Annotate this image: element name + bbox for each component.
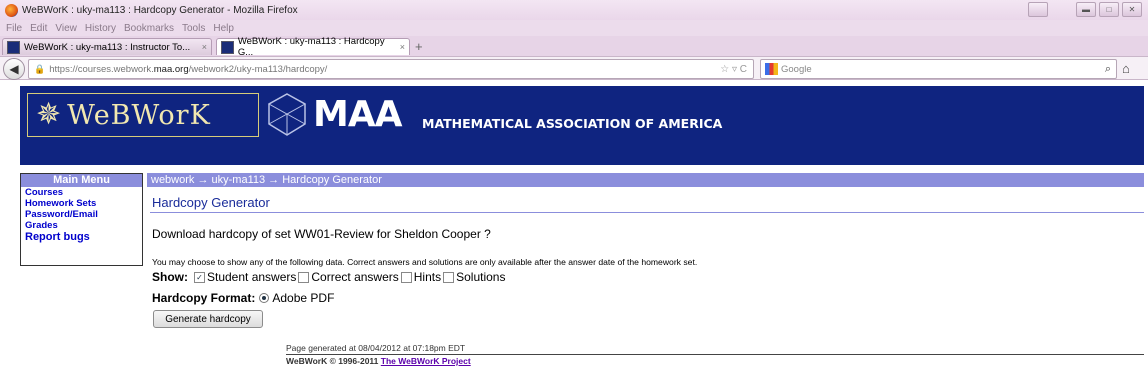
menu-bookmarks[interactable]: Bookmarks bbox=[124, 23, 174, 34]
menu-bar: File Edit View History Bookmarks Tools H… bbox=[0, 20, 1148, 36]
show-label: Show: bbox=[152, 270, 188, 284]
generate-hardcopy-button[interactable]: Generate hardcopy bbox=[153, 310, 263, 328]
maa-polyhedron-icon bbox=[267, 93, 307, 136]
student-answers-label: Student answers bbox=[207, 270, 297, 284]
main-menu: Main Menu Courses Homework Sets Password… bbox=[20, 173, 143, 266]
url-host: maa.org bbox=[153, 63, 189, 75]
tab-label: WeBWorK : uky-ma113 : Instructor To... bbox=[24, 41, 191, 53]
sidebar-item-report-bugs[interactable]: Report bugs bbox=[21, 232, 142, 243]
solutions-label: Solutions bbox=[456, 270, 506, 284]
menu-edit[interactable]: Edit bbox=[30, 23, 47, 34]
webwork-project-link[interactable]: The WeBWorK Project bbox=[381, 356, 471, 366]
back-arrow-icon[interactable]: ◀ bbox=[3, 58, 25, 80]
webwork-logo[interactable]: ✵ WeBWorK bbox=[27, 93, 259, 137]
breadcrumb-text[interactable]: webwork → uky-ma113 → Hardcopy Generator bbox=[151, 174, 382, 186]
hints-checkbox[interactable] bbox=[400, 271, 412, 283]
maa-full-name: MATHEMATICAL ASSOCIATION OF AMERICA bbox=[422, 116, 723, 131]
correct-answers-checkbox[interactable] bbox=[298, 271, 310, 283]
webwork-favicon-icon bbox=[221, 40, 234, 54]
tab-label: WeBWorK : uky-ma113 : Hardcopy G... bbox=[237, 36, 385, 58]
footer-divider bbox=[286, 354, 1144, 355]
window-title: WeBWorK : uky-ma113 : Hardcopy Generator… bbox=[22, 4, 298, 16]
page-generated-time: Page generated at 08/04/2012 at 07:18pm … bbox=[286, 343, 466, 353]
sidebar-item-grades[interactable]: Grades bbox=[21, 220, 142, 231]
bookmark-star-icon[interactable]: ☆ ▿ C bbox=[720, 64, 747, 75]
tab-instructor-tools[interactable]: WeBWorK : uky-ma113 : Instructor To... × bbox=[2, 38, 212, 55]
hardcopy-format: Hardcopy Format: Adobe PDF bbox=[152, 291, 334, 305]
maximize-button[interactable]: □ bbox=[1099, 2, 1119, 17]
site-banner: ✵ WeBWorK MAA MATHEMATICAL ASSOCIATION O… bbox=[20, 86, 1144, 165]
navigation-bar: ◀ 🔒 https://courses.webwork. maa.org/webw… bbox=[0, 56, 1148, 80]
footer-copyright: WeBWorK © 1996-2011 The WeBWorK Project bbox=[286, 356, 471, 366]
minimize-button[interactable]: ▬ bbox=[1076, 2, 1096, 17]
student-answers-checkbox[interactable]: ✓ bbox=[194, 271, 205, 283]
menu-history[interactable]: History bbox=[85, 23, 116, 34]
webwork-favicon-icon bbox=[7, 40, 20, 54]
star-logo-icon: ✵ bbox=[36, 98, 62, 131]
hints-label: Hints bbox=[413, 270, 442, 284]
download-question: Download hardcopy of set WW01-Review for… bbox=[152, 227, 491, 241]
search-input[interactable]: Google ⌕ bbox=[760, 59, 1117, 79]
correct-answers-label: Correct answers bbox=[311, 270, 399, 284]
sidebar-item-homework-sets[interactable]: Homework Sets bbox=[21, 198, 142, 209]
menu-tools[interactable]: Tools bbox=[182, 23, 205, 34]
main-menu-header: Main Menu bbox=[21, 174, 142, 187]
pdf-radio[interactable] bbox=[259, 293, 270, 303]
breadcrumb: webwork → uky-ma113 → Hardcopy Generator bbox=[147, 173, 1144, 187]
search-icon[interactable]: ⌕ bbox=[1105, 63, 1111, 76]
extension-icon[interactable] bbox=[1028, 2, 1048, 17]
solutions-checkbox[interactable] bbox=[443, 271, 455, 283]
tab-hardcopy[interactable]: WeBWorK : uky-ma113 : Hardcopy G... × bbox=[216, 36, 410, 58]
maa-logo-text: MAA bbox=[313, 94, 403, 135]
page-title: Hardcopy Generator bbox=[152, 195, 270, 210]
close-tab-icon[interactable]: × bbox=[400, 42, 405, 52]
url-prefix: https://courses.webwork. bbox=[49, 63, 154, 75]
url-bar[interactable]: 🔒 https://courses.webwork. maa.org/webwor… bbox=[28, 59, 754, 79]
lock-icon: 🔒 bbox=[34, 63, 46, 74]
url-path: /webwork2/uky-ma113/hardcopy/ bbox=[188, 63, 328, 75]
window-titlebar: WeBWorK : uky-ma113 : Hardcopy Generator… bbox=[0, 0, 1148, 20]
sidebar-item-courses[interactable]: Courses bbox=[21, 187, 142, 198]
firefox-icon bbox=[5, 3, 18, 17]
copyright-text: WeBWorK © 1996-2011 bbox=[286, 356, 379, 366]
google-icon bbox=[765, 63, 778, 75]
title-divider bbox=[150, 212, 1144, 213]
menu-file[interactable]: File bbox=[6, 23, 22, 34]
show-options: Show: ✓ Student answers Correct answers … bbox=[152, 270, 505, 284]
options-note: You may choose to show any of the follow… bbox=[152, 257, 698, 267]
menu-help[interactable]: Help bbox=[213, 23, 234, 34]
sidebar-item-password-email[interactable]: Password/Email bbox=[21, 209, 142, 220]
close-window-button[interactable]: ✕ bbox=[1122, 2, 1142, 17]
tab-bar: WeBWorK : uky-ma113 : Instructor To... ×… bbox=[0, 36, 1148, 58]
close-tab-icon[interactable]: × bbox=[202, 42, 207, 52]
home-icon[interactable]: ⌂ bbox=[1122, 61, 1130, 76]
pdf-label: Adobe PDF bbox=[272, 291, 335, 305]
menu-view[interactable]: View bbox=[55, 23, 77, 34]
new-tab-icon[interactable]: + bbox=[415, 39, 423, 54]
search-placeholder: Google bbox=[781, 63, 812, 75]
webwork-logo-text: WeBWorK bbox=[67, 99, 211, 131]
format-label: Hardcopy Format: bbox=[152, 291, 256, 305]
